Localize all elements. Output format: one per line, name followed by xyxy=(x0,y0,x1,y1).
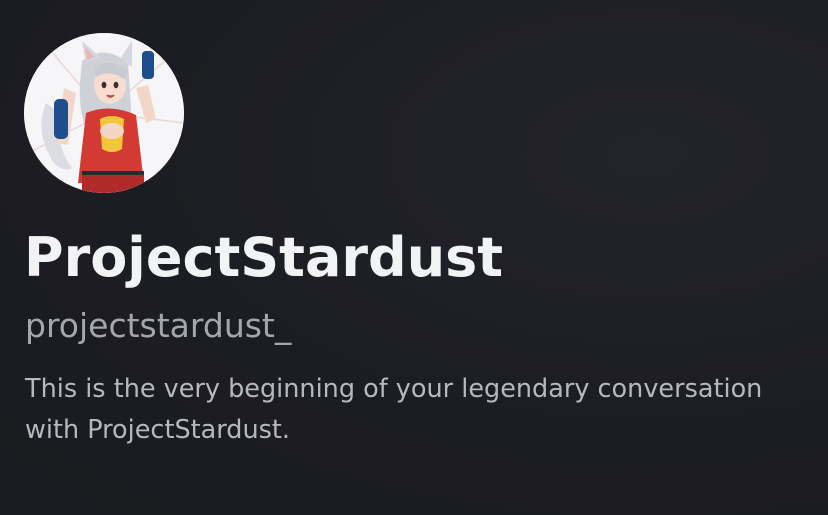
avatar-illustration xyxy=(24,33,184,193)
user-avatar[interactable] xyxy=(24,33,184,193)
conversation-intro-text: This is the very beginning of your legen… xyxy=(25,374,763,445)
username: projectstardust_ xyxy=(25,306,292,345)
display-name: ProjectStardust xyxy=(24,226,504,289)
dm-welcome-header: ProjectStardust projectstardust_ This is… xyxy=(0,0,828,515)
